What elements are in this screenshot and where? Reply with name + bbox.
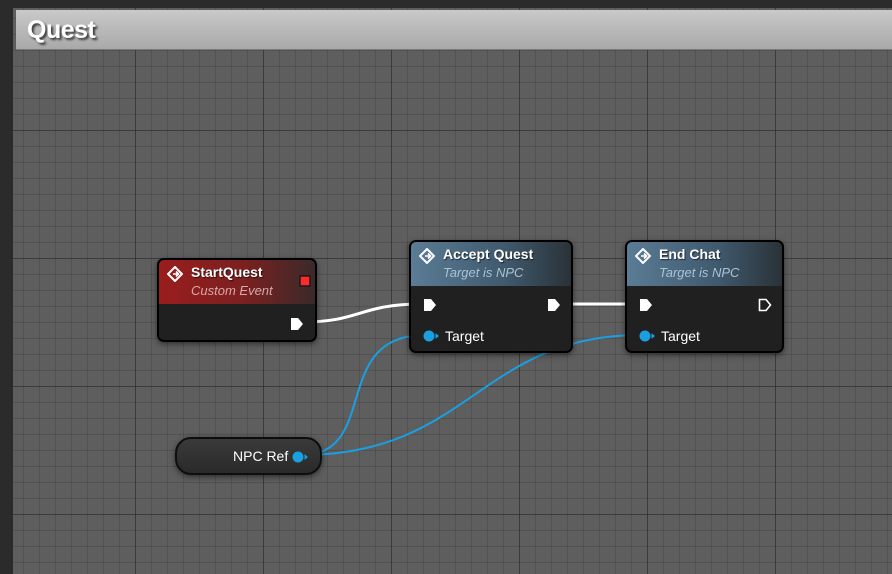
exec-out-pin[interactable] <box>546 297 562 313</box>
npc-ref-label: NPC Ref <box>233 448 289 464</box>
exec-in-pin[interactable] <box>638 297 654 313</box>
target-pin-label: Target <box>445 328 484 344</box>
delegate-pin-icon[interactable] <box>299 275 311 287</box>
target-pin[interactable] <box>422 329 440 343</box>
start-quest-subtitle: Custom Event <box>191 283 273 298</box>
exec-out-pin-unconnected[interactable] <box>757 297 773 313</box>
npc-ref-variable-node[interactable]: NPC Ref <box>175 437 322 475</box>
object-wire-npc-to-endchat <box>301 334 642 456</box>
exec-wire-start-to-accept <box>302 302 423 324</box>
end-chat-title: End Chat <box>659 246 721 262</box>
target-pin[interactable] <box>638 329 656 343</box>
start-quest-node[interactable]: StartQuest Custom Event <box>157 258 317 342</box>
target-pin-label: Target <box>661 328 700 344</box>
function-icon <box>419 248 435 264</box>
exec-out-pin[interactable] <box>289 316 305 332</box>
exec-in-pin[interactable] <box>422 297 438 313</box>
start-quest-title: StartQuest <box>191 264 263 280</box>
end-chat-node[interactable]: End Chat Target is NPC Target <box>625 240 784 353</box>
event-diamond-icon <box>167 266 183 282</box>
accept-quest-subtitle: Target is NPC <box>443 265 524 280</box>
accept-quest-node[interactable]: Accept Quest Target is NPC Target <box>409 240 573 353</box>
function-icon <box>635 248 651 264</box>
object-wire-npc-to-accept <box>301 334 426 456</box>
accept-quest-title: Accept Quest <box>443 246 534 262</box>
npc-ref-output-pin[interactable] <box>291 450 309 464</box>
end-chat-subtitle: Target is NPC <box>659 265 740 280</box>
